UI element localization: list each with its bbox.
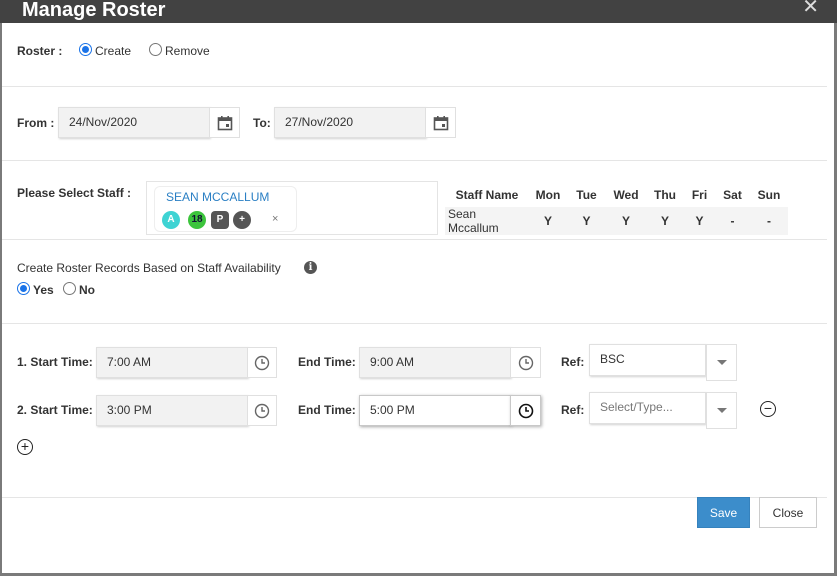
to-calendar-button[interactable] <box>425 107 456 138</box>
column-header: Sun <box>757 188 781 202</box>
parking-badge-icon: P <box>211 211 229 229</box>
availability-yes-label[interactable]: Yes <box>33 283 54 297</box>
staff-availability-table: Staff Name Mon Tue Wed Thu Fri Sat Sun S… <box>445 183 788 235</box>
close-button[interactable]: Close <box>759 497 817 528</box>
from-date-input[interactable]: 24/Nov/2020 <box>58 107 210 138</box>
shift-2-end-label: End Time: <box>298 403 356 417</box>
from-calendar-button[interactable] <box>209 107 240 138</box>
shift-1-start-clock-button[interactable] <box>247 347 277 378</box>
divider <box>2 239 827 240</box>
medical-badge-icon: + <box>233 211 251 229</box>
shift-1-ref-label: Ref: <box>561 355 585 369</box>
shift-2-end-input[interactable]: 5:00 PM <box>359 395 511 426</box>
roster-label: Roster : <box>17 44 63 58</box>
table-cell: Sean Mccallum <box>445 207 529 235</box>
availability-yes-radio[interactable] <box>17 282 30 295</box>
shift-2-ref-dropdown-button[interactable] <box>706 392 737 429</box>
column-header: Mon <box>535 188 561 202</box>
column-header: Thu <box>654 188 676 202</box>
table-cell: Y <box>529 207 567 235</box>
to-date-input[interactable]: 27/Nov/2020 <box>274 107 426 138</box>
shift-1-ref-dropdown-button[interactable] <box>706 344 737 381</box>
table-cell: - <box>750 207 788 235</box>
roster-create-label[interactable]: Create <box>95 44 131 58</box>
calendar-icon <box>217 115 232 130</box>
select-staff-label: Please Select Staff : <box>17 186 132 200</box>
shift-2-end-clock-button[interactable] <box>510 395 541 426</box>
ref-placeholder: Select/Type... <box>600 400 673 414</box>
table-header-row: Staff Name Mon Tue Wed Thu Fri Sat Sun <box>445 183 788 207</box>
info-icon[interactable]: i <box>304 261 317 274</box>
table-cell: Y <box>646 207 684 235</box>
shift-1-end-clock-button[interactable] <box>510 347 541 378</box>
shift-1-start-label: 1. Start Time: <box>17 355 93 369</box>
close-icon[interactable]: ✕ <box>802 0 819 18</box>
calendar-icon <box>433 115 448 130</box>
selected-staff-chip[interactable]: SEAN MCCALLUM A 18 P + × <box>154 186 297 232</box>
table-cell: Y <box>567 207 606 235</box>
table-row: Sean Mccallum Y Y Y Y Y - - <box>445 207 788 235</box>
age-badge-icon: 18 <box>188 211 206 229</box>
divider <box>2 323 827 324</box>
remove-staff-icon[interactable]: × <box>272 213 278 225</box>
from-label: From : <box>17 116 55 130</box>
shift-2-ref-label: Ref: <box>561 403 585 417</box>
shift-1-end-label: End Time: <box>298 355 356 369</box>
shift-1-start-input[interactable]: 7:00 AM <box>96 347 248 378</box>
column-header: Wed <box>613 188 639 202</box>
shift-2-start-clock-button[interactable] <box>247 395 277 426</box>
add-shift-icon[interactable]: + <box>17 439 33 455</box>
chevron-down-icon <box>716 408 727 413</box>
remove-shift-icon[interactable]: − <box>760 401 776 417</box>
dialog-titlebar: Manage Roster ✕ <box>0 0 837 23</box>
manage-roster-dialog: Roster : Create Remove From : 24/Nov/202… <box>2 23 834 573</box>
table-cell: - <box>715 207 750 235</box>
staff-name: SEAN MCCALLUM <box>166 190 270 204</box>
divider <box>2 86 827 87</box>
save-button[interactable]: Save <box>697 497 750 528</box>
clock-icon <box>518 403 533 418</box>
availability-no-radio[interactable] <box>63 282 76 295</box>
table-cell: Y <box>606 207 646 235</box>
roster-create-radio[interactable] <box>79 43 92 56</box>
roster-remove-label[interactable]: Remove <box>165 44 210 58</box>
clock-icon <box>518 355 533 370</box>
availability-label: Create Roster Records Based on Staff Ava… <box>17 261 281 275</box>
table-cell: Y <box>684 207 715 235</box>
availability-no-label[interactable]: No <box>79 283 95 297</box>
chevron-down-icon <box>716 360 727 365</box>
divider <box>2 160 827 161</box>
column-header: Tue <box>576 188 597 202</box>
to-label: To: <box>253 116 271 130</box>
column-header: Sat <box>723 188 742 202</box>
dialog-title: Manage Roster <box>22 0 166 21</box>
clock-icon <box>254 403 270 418</box>
availability-badge-icon: A <box>162 211 180 229</box>
shift-1-end-input[interactable]: 9:00 AM <box>359 347 511 378</box>
shift-1-ref-input[interactable]: BSC <box>589 344 706 376</box>
shift-2-start-label: 2. Start Time: <box>17 403 93 417</box>
staff-select-box[interactable]: SEAN MCCALLUM A 18 P + × <box>146 181 438 235</box>
roster-remove-radio[interactable] <box>149 43 162 56</box>
shift-2-ref-input[interactable]: Select/Type... <box>589 392 706 424</box>
clock-icon <box>254 355 270 370</box>
column-header: Staff Name <box>455 188 519 202</box>
column-header: Fri <box>691 188 708 202</box>
shift-2-start-input[interactable]: 3:00 PM <box>96 395 248 426</box>
